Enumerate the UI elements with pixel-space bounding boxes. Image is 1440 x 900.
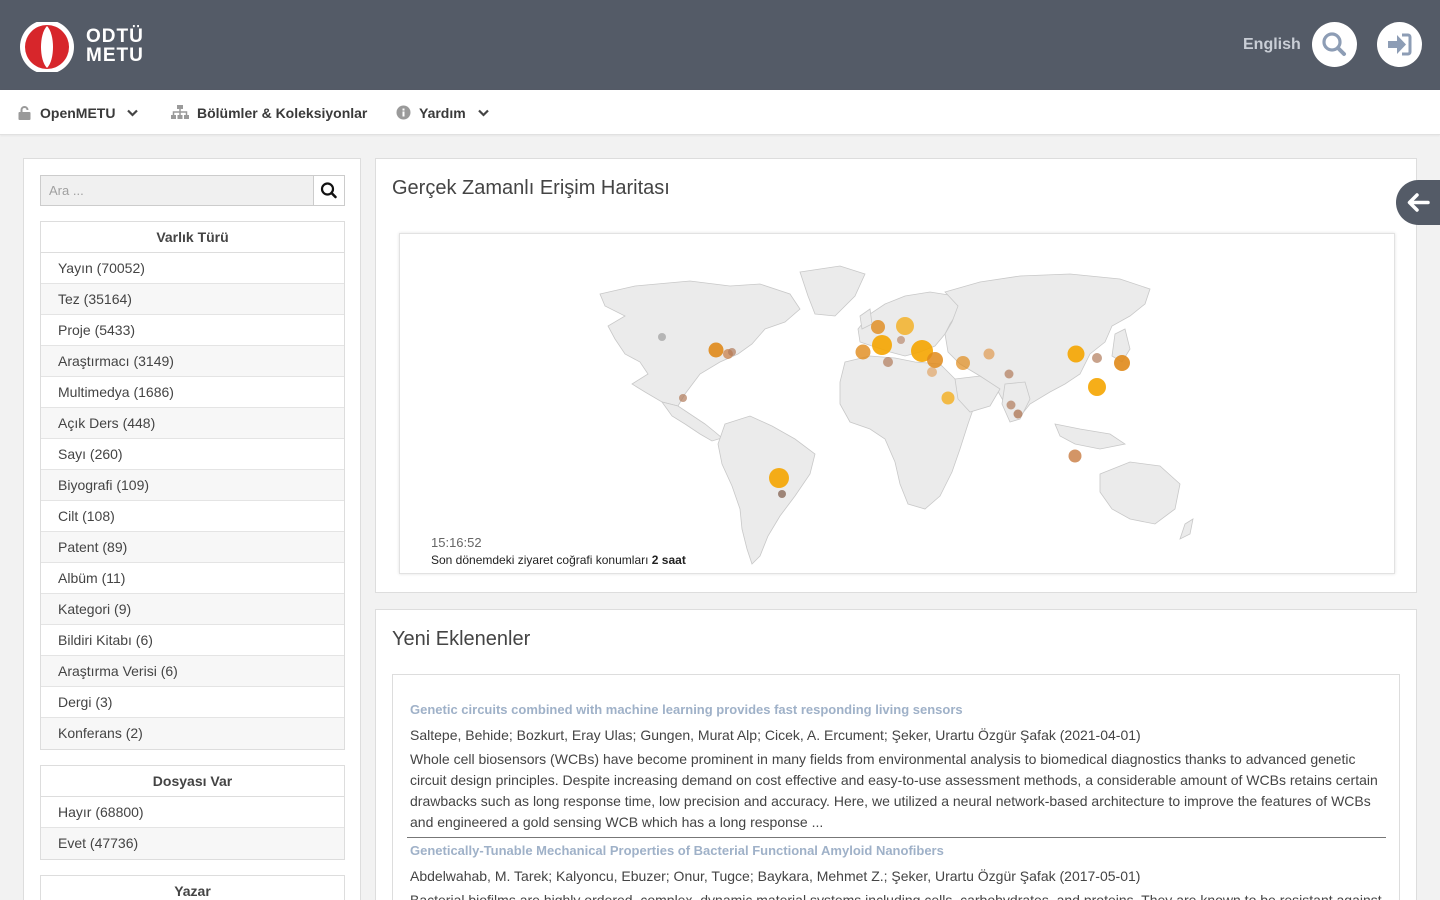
logo-text[interactable]: ODTÜ METU (86, 27, 144, 65)
map-caption: Son dönemdeki ziyaret coğrafi konumları … (431, 553, 686, 567)
sidebar-search-button[interactable] (314, 176, 344, 205)
facet-item[interactable]: Cilt (108) (41, 501, 344, 532)
recent-items-panel: Yeni Eklenenler Genetic circuits combine… (375, 609, 1417, 900)
recent-items-list: Genetic circuits combined with machine l… (392, 674, 1400, 900)
facet-item[interactable]: Konferans (2) (41, 718, 344, 749)
facet-title: Dosyası Var (41, 766, 344, 797)
world-map-svg (599, 265, 1194, 565)
logo-line-odtu: ODTÜ (86, 26, 144, 47)
nav-item-label: OpenMETU (40, 104, 116, 121)
facet-entity-type: Varlık Türü Yayın (70052) Tez (35164) Proj… (40, 221, 345, 750)
facet-item[interactable]: Kategori (9) (41, 594, 344, 625)
search-button[interactable] (1312, 22, 1357, 67)
site-header: ODTÜ METU English (0, 0, 1440, 90)
facet-item[interactable]: Bildiri Kitabı (6) (41, 625, 344, 656)
recent-item-abstract: Whole cell biosensors (WCBs) have become… (410, 751, 1378, 830)
recent-item-title-link[interactable]: Genetic circuits combined with machine l… (410, 700, 1385, 720)
facet-item[interactable]: Hayır (68800) (41, 797, 344, 828)
map-caption-text: Son dönemdeki ziyaret coğrafi konumları (431, 553, 649, 567)
main-nav: OpenMETU Bölümler & Koleksiyonlar Yardım (0, 90, 1440, 135)
recent-item-abstract: Bacterial biofilms are highly ordered, c… (410, 892, 1382, 900)
map-caption-duration: 2 saat (651, 553, 686, 567)
facet-item[interactable]: Proje (5433) (41, 315, 344, 346)
search-icon (1322, 32, 1346, 56)
chevron-down-icon (127, 109, 139, 117)
nav-item-help[interactable]: Yardım (396, 90, 489, 135)
arrow-left-icon (1407, 193, 1430, 212)
facet-item[interactable]: Sayı (260) (41, 439, 344, 470)
facet-author: Yazar (40, 875, 345, 900)
facet-item[interactable]: Tez (35164) (41, 284, 344, 315)
facet-item[interactable]: Evet (47736) (41, 828, 344, 859)
panel-title: Gerçek Zamanlı Erişim Haritası (392, 177, 670, 199)
info-icon (396, 105, 411, 120)
sitemap-icon (171, 105, 189, 119)
sidebar: Varlık Türü Yayın (70052)Tez (35164)Proj… (23, 158, 361, 900)
recent-item-authors: Abdelwahab, M. Tarek; Kalyoncu, Ebuzer; … (410, 868, 1141, 884)
nav-item-departments[interactable]: Bölümler & Koleksiyonlar (171, 90, 367, 135)
language-switch-link[interactable]: English (1243, 36, 1301, 54)
logo-line-metu: METU (86, 45, 144, 66)
facet-item[interactable]: Araştırmacı (3149) (41, 346, 344, 377)
panel-title: Yeni Eklenenler (392, 628, 531, 650)
realtime-map-panel: Gerçek Zamanlı Erişim Haritası 15:16:52 … (375, 158, 1417, 593)
facet-item[interactable]: Araştırma Verisi (6) (41, 656, 344, 687)
world-map[interactable]: 15:16:52 Son dönemdeki ziyaret coğrafi k… (399, 233, 1395, 574)
facet-item[interactable]: Albüm (11) (41, 563, 344, 594)
sidebar-search-input[interactable] (41, 176, 314, 205)
facet-item[interactable]: Yayın (70052) (41, 253, 344, 284)
recent-item: Genetically-Tunable Mechanical Propertie… (410, 841, 1385, 900)
recent-item-title-link[interactable]: Genetically-Tunable Mechanical Propertie… (410, 841, 1385, 861)
search-icon (320, 182, 337, 199)
sign-in-icon (1388, 33, 1412, 56)
facet-title: Yazar (41, 876, 344, 900)
facet-title: Varlık Türü (41, 222, 344, 253)
metu-logo[interactable] (18, 20, 76, 74)
nav-item-openmetu[interactable]: OpenMETU (17, 90, 139, 135)
recent-item-authors: Saltepe, Behide; Bozkurt, Eray Ulas; Gun… (410, 727, 1141, 743)
facet-item[interactable]: Açık Ders (448) (41, 408, 344, 439)
recent-item-divider (407, 837, 1386, 838)
facet-item[interactable]: Multimedya (1686) (41, 377, 344, 408)
lock-icon (18, 106, 31, 120)
facet-has-file: Dosyası Var Hayır (68800) Evet (47736) (40, 765, 345, 860)
facet-item[interactable]: Biyografi (109) (41, 470, 344, 501)
toggle-sidebar-button[interactable] (1396, 180, 1440, 225)
facet-item[interactable]: Patent (89) (41, 532, 344, 563)
recent-item: Genetic circuits combined with machine l… (410, 700, 1385, 833)
nav-item-label: Bölümler & Koleksiyonlar (197, 104, 368, 121)
chevron-down-icon (477, 109, 489, 117)
sidebar-search (40, 175, 345, 206)
map-clock: 15:16:52 (431, 535, 482, 550)
login-button[interactable] (1377, 22, 1422, 67)
facet-item[interactable]: Dergi (3) (41, 687, 344, 718)
nav-item-label: Yardım (419, 104, 466, 121)
